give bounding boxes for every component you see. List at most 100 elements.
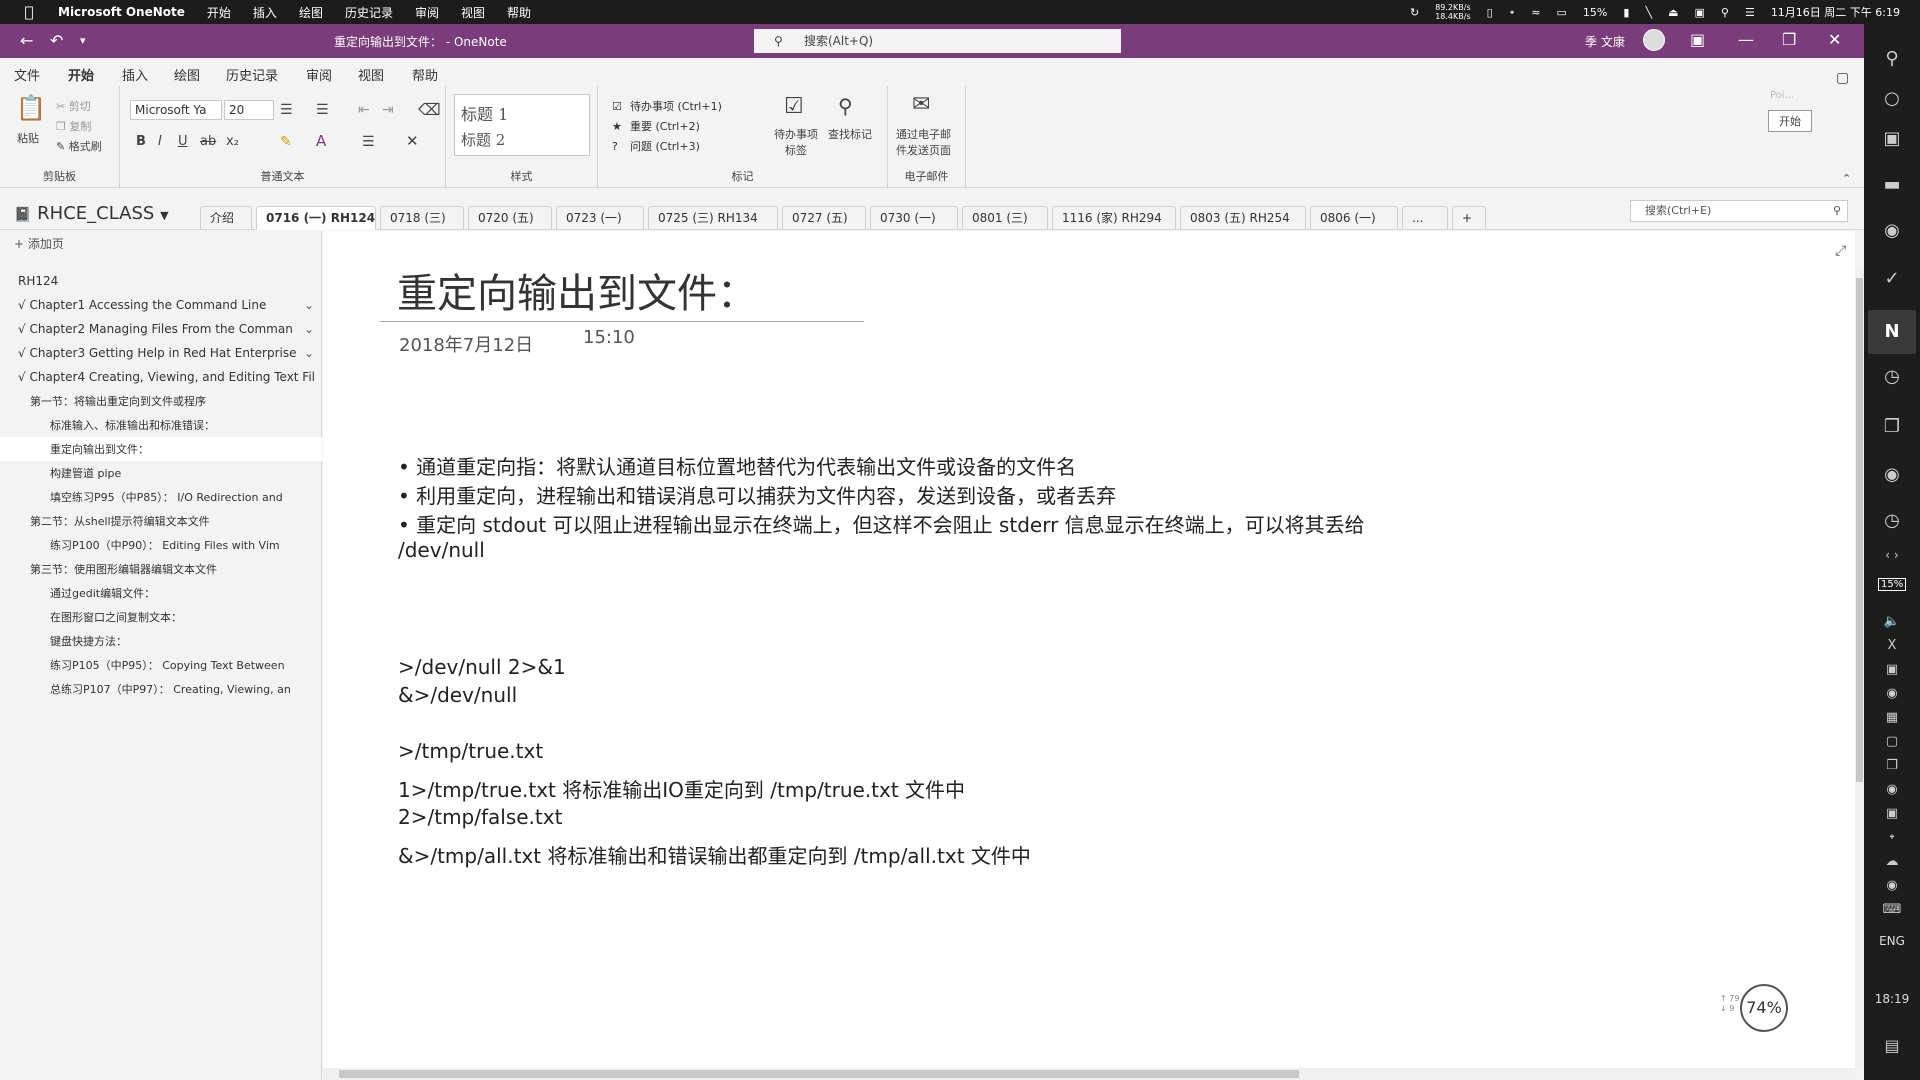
side-start-button[interactable]: 开始 bbox=[1768, 110, 1812, 132]
tab-history[interactable]: 历史记录 bbox=[226, 65, 278, 84]
search-icon[interactable]: ⚲ bbox=[1721, 6, 1729, 19]
add-page-button[interactable]: + 添加页 bbox=[14, 235, 64, 252]
image-icon[interactable]: ▣ bbox=[1864, 806, 1920, 821]
font-color-icon[interactable]: A bbox=[316, 132, 326, 150]
style-heading-1[interactable]: 标题 1 bbox=[461, 101, 508, 125]
ribbon-display-icon[interactable]: ▣ bbox=[1690, 30, 1705, 49]
font-name-dropdown[interactable]: Microsoft Ya bbox=[130, 100, 222, 120]
page-item[interactable]: 键盘快捷方法： bbox=[0, 629, 322, 653]
tab-file[interactable]: 文件 bbox=[14, 65, 40, 84]
note-canvas[interactable]: 重定向输出到文件： 2018年7月12日 15:10 • 通道重定向指：将默认通… bbox=[323, 231, 1855, 1068]
undo-icon[interactable]: ↶ bbox=[50, 31, 63, 50]
page-item[interactable]: 第一节：将输出重定向到文件或程序 bbox=[0, 389, 322, 413]
todo-icon[interactable]: ✓ bbox=[1864, 268, 1920, 289]
paste-button[interactable]: 粘贴 bbox=[17, 130, 39, 146]
phone-icon[interactable]: ▯ bbox=[1487, 6, 1493, 19]
notification-icon[interactable]: ▤ bbox=[1864, 1036, 1920, 1055]
zoom-indicator[interactable]: 74% bbox=[1740, 984, 1788, 1032]
note-line[interactable]: /dev/null bbox=[398, 538, 485, 562]
decrease-indent-icon[interactable]: ⇤ bbox=[358, 102, 370, 118]
page-item[interactable]: 构建管道 pipe bbox=[0, 461, 322, 485]
notebook-dropdown[interactable]: 📓 RHCE_CLASS ▼ bbox=[14, 203, 169, 224]
page-item[interactable]: 第二节：从shell提示符编辑文本文件 bbox=[0, 509, 322, 533]
section-tab-0718[interactable]: 0718 (三) bbox=[380, 206, 464, 230]
copy-tray-icon[interactable]: ❐ bbox=[1864, 758, 1920, 773]
note-line[interactable]: • 通道重定向指：将默认通道目标位置地替代为代表输出文件或设备的文件名 bbox=[398, 451, 1076, 480]
note-line[interactable]: >/dev/null 2>&1 bbox=[398, 655, 566, 679]
app-icon[interactable]: ◉ bbox=[1864, 220, 1920, 241]
timer-icon[interactable]: ◷ bbox=[1864, 510, 1920, 531]
note-line[interactable]: &>/tmp/all.txt 将标准输出和错误输出都重定向到 /tmp/all.… bbox=[398, 840, 1031, 869]
battery-icon[interactable]: ▮ bbox=[1623, 6, 1629, 19]
search-box[interactable]: ⚲ 搜索(Alt+Q) bbox=[754, 29, 1121, 53]
keyboard-icon[interactable]: ⌨ bbox=[1864, 902, 1920, 917]
note-line[interactable]: &>/dev/null bbox=[398, 683, 517, 707]
page-search-box[interactable]: 搜索(Ctrl+E) ⚲ bbox=[1630, 200, 1848, 222]
section-tab-0803[interactable]: 0803 (五) RH254 bbox=[1180, 206, 1306, 230]
cloud-icon[interactable]: ☁ bbox=[1864, 854, 1920, 869]
email-icon[interactable]: ✉ bbox=[912, 92, 930, 117]
paste-icon[interactable]: 📋 bbox=[16, 94, 46, 122]
tray-icon[interactable]: ▣ bbox=[1864, 662, 1920, 677]
display-icon[interactable]: ▭ bbox=[1557, 6, 1567, 19]
clock-icon[interactable]: ◷ bbox=[1864, 366, 1920, 387]
page-item[interactable]: 在图形窗口之间复制文本： bbox=[0, 605, 322, 629]
section-tab-0723[interactable]: 0723 (一) bbox=[556, 206, 644, 230]
section-tab-0806[interactable]: 0806 (一) bbox=[1310, 206, 1398, 230]
browser-icon[interactable]: ◉ bbox=[1864, 464, 1920, 485]
menubar-clock[interactable]: 11月16日 周二 下午 6:19 bbox=[1771, 4, 1900, 20]
page-item[interactable]: √ Chapter4 Creating, Viewing, and Editin… bbox=[0, 365, 322, 389]
user-tray-icon[interactable]: ◉ bbox=[1864, 878, 1920, 893]
bluetooth-icon[interactable]: ᛭ bbox=[1509, 6, 1516, 19]
bullets-icon[interactable]: ☰ bbox=[280, 102, 293, 118]
more-sections-button[interactable]: ... bbox=[1402, 206, 1448, 230]
minimize-icon[interactable]: — bbox=[1738, 30, 1754, 49]
page-item[interactable]: √ Chapter3 Getting Help in Red Hat Enter… bbox=[0, 341, 322, 365]
todo-tag-icon[interactable]: ☑ bbox=[784, 94, 804, 119]
sync-icon[interactable]: ↻ bbox=[1410, 6, 1419, 19]
horizontal-scrollbar[interactable] bbox=[323, 1068, 1855, 1080]
customize-qat-icon[interactable]: ▾ bbox=[80, 34, 86, 47]
bluetooth-tray-icon[interactable]: ᛭ bbox=[1864, 830, 1920, 845]
mic-icon[interactable]: ◉ bbox=[1864, 782, 1920, 797]
media-icon[interactable]: ▣ bbox=[1864, 128, 1920, 149]
page-item[interactable]: 第三节：使用图形编辑器编辑文本文件 bbox=[0, 557, 322, 581]
section-tab-0720[interactable]: 0720 (五) bbox=[468, 206, 552, 230]
sidebar-clock[interactable]: 18:19 bbox=[1864, 992, 1920, 1006]
highlight-icon[interactable]: ✎ bbox=[280, 134, 292, 150]
menu-start[interactable]: 开始 bbox=[207, 4, 231, 21]
email-page-button[interactable]: 通过电子邮 件发送页面 bbox=[896, 126, 951, 158]
collapse-arrows-icon[interactable]: ‹ › bbox=[1864, 548, 1920, 562]
restore-icon[interactable]: ❐ bbox=[1782, 30, 1796, 49]
tag-todo[interactable]: ☑ 待办事项 (Ctrl+1) bbox=[612, 98, 722, 114]
page-item[interactable]: √ Chapter1 Accessing the Command Line ⌄ bbox=[0, 293, 322, 317]
close-icon[interactable]: ✕ bbox=[1828, 30, 1841, 49]
note-line[interactable]: • 重定向 stdout 可以阻止进程输出显示在终端上，但这样不会阻止 stde… bbox=[398, 509, 1365, 538]
volume-icon[interactable]: 🔈 bbox=[1864, 614, 1920, 629]
tab-view[interactable]: 视图 bbox=[358, 65, 384, 84]
tab-review[interactable]: 审阅 bbox=[306, 65, 332, 84]
tag-important[interactable]: ★ 重要 (Ctrl+2) bbox=[612, 118, 700, 134]
todo-tag-button[interactable]: 待办事项 标签 bbox=[774, 126, 818, 158]
page-item[interactable]: √ Chapter2 Managing Files From the Comma… bbox=[0, 317, 322, 341]
section-tab-intro[interactable]: 介绍 bbox=[200, 206, 252, 230]
page-item[interactable]: 标准输入、标准输出和标准错误： bbox=[0, 413, 322, 437]
wifi-icon[interactable]: ≈ bbox=[1531, 6, 1540, 19]
tag-question[interactable]: ? 问题 (Ctrl+3) bbox=[612, 138, 700, 154]
vertical-scrollbar[interactable] bbox=[1855, 270, 1864, 1070]
menu-history[interactable]: 历史记录 bbox=[345, 4, 393, 21]
section-tab-0727[interactable]: 0727 (五) bbox=[782, 206, 866, 230]
avatar[interactable] bbox=[1643, 29, 1665, 51]
drive-icon[interactable]: ▬ bbox=[1864, 174, 1920, 195]
numbering-icon[interactable]: ☰ bbox=[316, 102, 329, 118]
underline-icon[interactable]: U bbox=[178, 134, 188, 149]
page-item[interactable]: 总练习P107（中P97）： Creating, Viewing, an bbox=[0, 677, 322, 701]
section-tab-0716[interactable]: 0716 (一) RH124 bbox=[256, 206, 376, 230]
grid-icon[interactable]: ▦ bbox=[1864, 710, 1920, 725]
strikethrough-icon[interactable]: ab bbox=[200, 134, 216, 149]
horizontal-scroll-thumb[interactable] bbox=[339, 1070, 1299, 1078]
note-line[interactable]: 2>/tmp/false.txt bbox=[398, 805, 562, 829]
section-tab-0801[interactable]: 0801 (三) bbox=[962, 206, 1048, 230]
note-line[interactable]: >/tmp/true.txt bbox=[398, 739, 543, 763]
page-item-selected[interactable]: 重定向输出到文件： bbox=[0, 437, 322, 461]
